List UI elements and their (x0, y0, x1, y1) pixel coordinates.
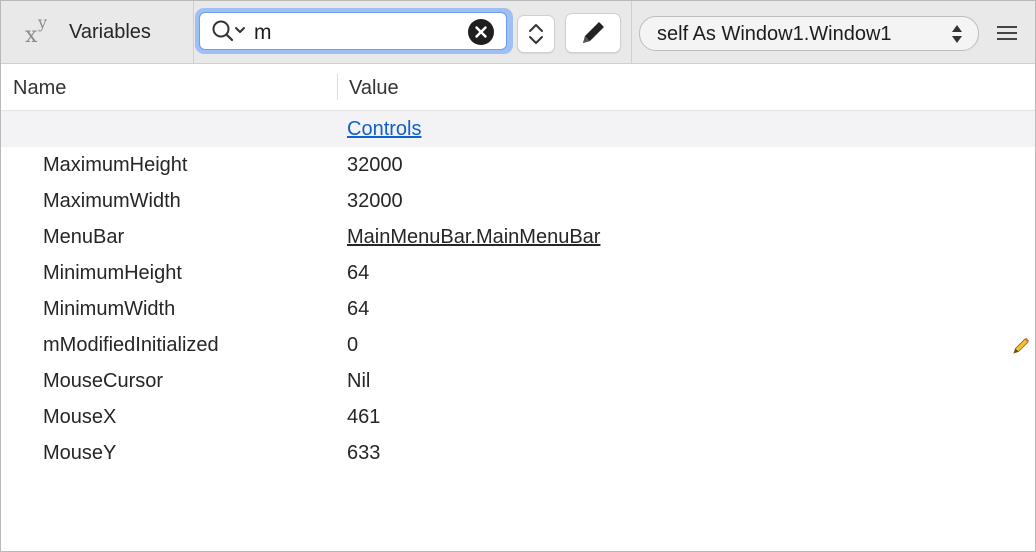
variable-name: MenuBar (43, 226, 125, 248)
variable-name: MinimumHeight (43, 262, 182, 284)
variable-value: 64 (347, 298, 370, 320)
context-popup[interactable]: self As Window1.Window1 (639, 16, 979, 51)
variable-name: MaximumWidth (43, 190, 181, 212)
variable-value: 32000 (347, 154, 403, 176)
table-row[interactable]: MaximumHeight 32000 (1, 147, 1035, 183)
variable-value-link[interactable]: MainMenuBar.MainMenuBar (347, 226, 600, 249)
context-label: self As Window1.Window1 (657, 23, 892, 45)
name-column-header[interactable]: Name (13, 77, 66, 100)
value-column-header[interactable]: Value (349, 77, 399, 100)
search-field[interactable] (199, 12, 507, 50)
variable-value: 32000 (347, 190, 403, 212)
edit-pencil-icon[interactable] (1011, 336, 1031, 356)
variable-name: mModifiedInitialized (43, 334, 219, 356)
variable-value: Nil (347, 370, 371, 392)
table-row[interactable]: MouseX 461 (1, 399, 1035, 435)
variable-name: MouseX (43, 406, 117, 428)
xy-icon: xy (25, 13, 48, 48)
table-row[interactable]: MouseY 633 (1, 435, 1035, 471)
variables-tab[interactable]: xy Variables (1, 1, 194, 63)
variables-label: Variables (69, 21, 151, 43)
table-row[interactable]: MouseCursor Nil (1, 363, 1035, 399)
stepper-button[interactable] (517, 15, 555, 53)
pencil-icon (583, 22, 604, 43)
variable-name: MouseY (43, 442, 117, 464)
variables-panel: xy Variables m self As Window1.Window1 N… (0, 0, 1036, 552)
table-row[interactable]: MinimumHeight 64 (1, 255, 1035, 291)
variable-name: MouseCursor (43, 370, 164, 392)
variable-value: 633 (347, 442, 381, 464)
variables-list: MaximumHeight 32000 MaximumWidth 32000 MenuB… (1, 147, 1035, 471)
variable-value: 64 (347, 262, 370, 284)
search-focus-ring (195, 8, 513, 54)
table-row[interactable]: MinimumWidth 64 (1, 291, 1035, 327)
menu-icon[interactable] (995, 23, 1019, 43)
variable-value: 0 (347, 334, 359, 356)
table-row[interactable]: mModifiedInitialized 0 (1, 327, 1035, 363)
toolbar-divider (631, 1, 632, 63)
variable-name: MinimumWidth (43, 298, 176, 320)
toolbar: xy Variables m self As Window1.Window1 (1, 1, 1035, 64)
variable-value: 461 (347, 406, 381, 428)
controls-link[interactable]: Controls (347, 118, 421, 141)
group-row: Controls (1, 111, 1035, 147)
column-divider[interactable] (337, 74, 338, 100)
stepper-icon (529, 24, 543, 44)
column-header: Name Value (1, 64, 1035, 111)
variable-name: MaximumHeight (43, 154, 188, 176)
table-row[interactable]: MenuBar MainMenuBar.MainMenuBar (1, 219, 1035, 255)
clear-icon[interactable] (468, 19, 494, 45)
search-input[interactable] (254, 21, 454, 45)
updown-icon (952, 25, 962, 43)
table-row[interactable]: MaximumWidth 32000 (1, 183, 1035, 219)
search-icon[interactable] (212, 20, 252, 42)
edit-button[interactable] (565, 13, 621, 53)
